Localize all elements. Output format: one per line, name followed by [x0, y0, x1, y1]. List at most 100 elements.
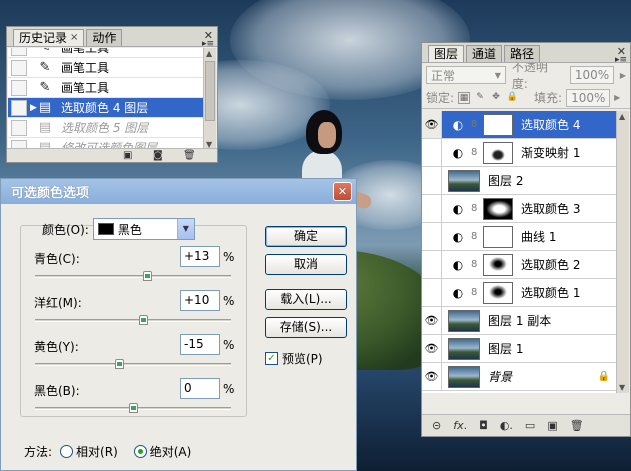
link-layers-icon[interactable]: ⊝ [432, 419, 441, 432]
ok-button[interactable]: 确定 [265, 226, 347, 247]
layer-row[interactable]: ◐ 8 曲线 1 [422, 223, 618, 251]
tab-channels[interactable]: 通道 [466, 45, 503, 62]
scroll-up-icon[interactable]: ▲ [206, 49, 212, 58]
layer-row[interactable]: 👁 图层 1 副本 [422, 307, 618, 335]
scroll-thumb[interactable] [205, 61, 215, 121]
eye-icon[interactable]: 👁 [422, 307, 442, 334]
history-checkbox[interactable] [11, 48, 27, 56]
black-slider-knob[interactable] [129, 403, 138, 413]
preview-checkbox[interactable]: ✓ [265, 352, 278, 365]
history-checkbox[interactable] [11, 99, 27, 116]
layer-thumbnail[interactable] [448, 337, 480, 360]
layer-mask-thumbnail[interactable] [483, 281, 513, 304]
lock-move-icon[interactable]: ✥ [490, 92, 502, 104]
new-document-icon[interactable]: ▣ [123, 150, 132, 161]
layer-row[interactable]: 👁 图层 1 [422, 335, 618, 363]
fill-field[interactable]: 100% [566, 88, 611, 107]
layer-mask-thumbnail[interactable] [483, 197, 513, 220]
history-checkbox[interactable] [11, 59, 27, 76]
layer-mask-thumbnail[interactable] [483, 253, 513, 276]
history-item[interactable]: ✎ 画笔工具 [8, 78, 204, 98]
cyan-slider-knob[interactable] [142, 271, 152, 281]
history-item-selected[interactable]: ▶ ▤ 选取颜色 4 图层 [8, 98, 204, 118]
trash-icon[interactable]: 🗑 [570, 419, 584, 432]
history-state-pointer-icon[interactable]: ▶ [30, 103, 37, 113]
layer-row[interactable]: ◐ 8 选取颜色 1 [422, 279, 618, 307]
layer-row[interactable]: ◐ 8 渐变映射 1 [422, 139, 618, 167]
history-scrollbar[interactable]: ▲ ▼ [203, 48, 216, 150]
eye-icon[interactable]: 👁 [422, 111, 442, 138]
layer-row[interactable]: ◐ 8 选取颜色 2 [422, 251, 618, 279]
visibility-toggle[interactable] [422, 279, 442, 306]
scroll-up-icon[interactable]: ▲ [619, 112, 625, 121]
link-icon[interactable]: 8 [471, 231, 481, 242]
layer-style-icon[interactable]: fx. [453, 419, 467, 432]
new-adjustment-icon[interactable]: ◐. [500, 419, 513, 432]
layer-row[interactable]: 图层 2 [422, 167, 618, 195]
yellow-slider-knob[interactable] [115, 359, 125, 369]
lock-all-icon[interactable]: 🔒 [506, 92, 518, 104]
close-icon[interactable]: × [70, 30, 78, 46]
load-button[interactable]: 载入(L)... [265, 289, 347, 310]
magenta-input[interactable]: +10 [180, 290, 220, 311]
layer-row[interactable]: 👁 背景 🔒 [422, 363, 618, 391]
link-icon[interactable]: 8 [471, 203, 481, 214]
snapshot-icon[interactable]: ◙ [153, 150, 163, 161]
history-item[interactable]: ▤ 选取颜色 5 图层 [8, 118, 204, 138]
visibility-toggle[interactable] [422, 167, 442, 194]
opacity-field[interactable]: 100% [569, 66, 614, 84]
chevron-down-icon[interactable]: ▼ [176, 219, 194, 239]
history-item[interactable]: ✎ 画笔工具 [8, 48, 204, 58]
layer-thumbnail[interactable] [448, 309, 480, 332]
lock-brush-icon[interactable]: ✎ [474, 92, 486, 104]
visibility-toggle[interactable] [422, 251, 442, 278]
history-checkbox[interactable] [11, 119, 27, 136]
preview-option[interactable]: ✓ 预览(P) [265, 350, 323, 367]
new-group-icon[interactable]: ▭ [525, 419, 535, 432]
blend-mode-select[interactable]: 正常 ▼ [426, 66, 506, 84]
eye-icon[interactable]: 👁 [422, 363, 442, 390]
yellow-input[interactable]: -15 [180, 334, 220, 355]
eye-icon[interactable]: 👁 [422, 335, 442, 362]
tab-paths[interactable]: 路径 [504, 45, 541, 62]
layer-mask-thumbnail[interactable] [483, 113, 513, 136]
tab-history[interactable]: 历史记录 × [13, 29, 85, 46]
dialog-titlebar[interactable]: 可选颜色选项 ✕ [1, 179, 356, 204]
layer-mask-thumbnail[interactable] [483, 141, 513, 164]
visibility-toggle[interactable] [422, 195, 442, 222]
history-checkbox[interactable] [11, 79, 27, 96]
method-absolute-option[interactable]: 绝对(A) [133, 443, 191, 460]
black-slider[interactable] [35, 403, 231, 413]
visibility-toggle[interactable] [422, 139, 442, 166]
magenta-slider-knob[interactable] [138, 315, 148, 325]
link-icon[interactable]: 8 [471, 287, 481, 298]
layer-mask-thumbnail[interactable] [483, 225, 513, 248]
link-icon[interactable]: 8 [471, 119, 481, 130]
close-icon[interactable]: ✕ [333, 182, 352, 201]
save-button[interactable]: 存储(S)... [265, 317, 347, 338]
method-relative-option[interactable]: 相对(R) [60, 443, 118, 460]
panel-menu-icon[interactable]: ▸≡ [615, 55, 627, 65]
color-select[interactable]: 黑色 ▼ [92, 218, 195, 240]
tab-layers[interactable]: 图层 [428, 45, 465, 62]
cancel-button[interactable]: 取消 [265, 254, 347, 275]
layer-row[interactable]: ◐ 8 选取颜色 3 [422, 195, 618, 223]
trash-icon[interactable]: 🗑 [183, 150, 196, 161]
fill-arrow-icon[interactable]: ▶ [614, 93, 620, 102]
layers-scrollbar[interactable]: ▲ ▼ [616, 111, 629, 393]
radio-relative[interactable] [60, 445, 74, 458]
visibility-toggle[interactable] [422, 223, 442, 250]
opacity-arrow-icon[interactable]: ▶ [620, 71, 626, 80]
radio-absolute[interactable] [133, 445, 147, 458]
layer-row[interactable]: 👁 ◐ 8 选取颜色 4 [422, 111, 618, 139]
new-layer-icon[interactable]: ▣ [547, 419, 557, 432]
black-input[interactable]: 0 [180, 378, 220, 399]
lock-transparent-icon[interactable]: ▦ [458, 91, 471, 104]
link-icon[interactable]: 8 [471, 147, 481, 158]
layer-thumbnail[interactable] [448, 365, 480, 388]
magenta-slider[interactable] [35, 315, 231, 325]
add-mask-icon[interactable]: ◘ [479, 419, 488, 432]
yellow-slider[interactable] [35, 359, 231, 369]
cyan-input[interactable]: +13 [180, 246, 220, 267]
tab-actions[interactable]: 动作 [86, 29, 123, 46]
